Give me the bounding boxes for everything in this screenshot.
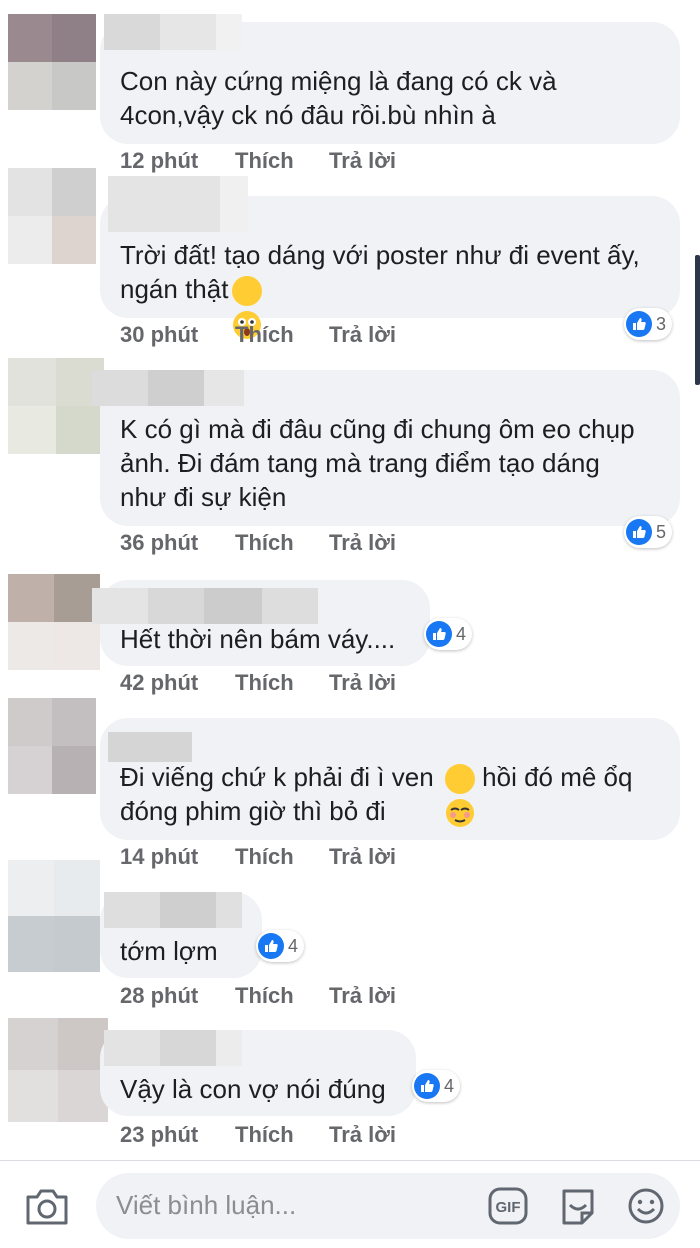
comment-actions: 14 phút Thích Trả lời [120,844,396,870]
comment-actions: 42 phút Thích Trả lời [120,670,396,696]
comment-text-body: Trời đất! tạo dáng với poster như đi eve… [120,240,640,304]
reaction-number: 3 [656,313,667,334]
commenter-name[interactable] [104,14,242,50]
camera-icon[interactable] [24,1187,70,1232]
reaction-count[interactable]: 5 [624,516,673,548]
like-button[interactable]: Thích [235,148,329,174]
comment-actions: 30 phút Thích Trả lời [120,322,396,348]
commenter-name[interactable] [108,176,248,232]
comment-actions: 12 phút Thích Trả lời [120,148,396,174]
reaction-number: 4 [288,935,299,956]
comment-text: Trời đất! tạo dáng với poster như đi eve… [120,238,640,340]
reply-button[interactable]: Trả lời [329,530,396,556]
comment-text-body: Đi viếng chứ k phải đi ì ven [120,762,434,792]
avatar[interactable] [8,1018,108,1122]
like-button[interactable]: Thích [235,670,329,696]
reaction-count[interactable]: 4 [424,618,473,650]
comment-bubble[interactable]: tớm lợm [100,892,262,978]
commenter-name[interactable] [92,588,318,624]
avatar[interactable] [8,358,104,454]
reply-button[interactable]: Trả lời [329,983,396,1009]
comment-time[interactable]: 30 phút [120,322,235,348]
comment-bubble[interactable]: Vậy là con vợ nói đúng [100,1030,416,1116]
comment-actions: 28 phút Thích Trả lời [120,983,396,1009]
thumbs-up-icon [626,311,652,337]
comment-bubble[interactable]: Đi viếng chứ k phải đi ì ven hồi đó mê ổ… [100,718,680,840]
gif-icon[interactable]: GIF [488,1187,528,1230]
comment-time[interactable]: 14 phút [120,844,235,870]
thumbs-up-icon [426,621,452,647]
reply-button[interactable]: Trả lời [329,148,396,174]
comment-time[interactable]: 28 phút [120,983,235,1009]
comment-bubble[interactable]: K có gì mà đi đâu cũng đi chung ôm eo ch… [92,370,680,526]
comment-input[interactable]: Viết bình luận... GIF [96,1173,680,1239]
comment-text: tớm lợm [120,936,218,966]
reaction-count[interactable]: 3 [624,308,673,340]
reaction-number: 4 [456,623,467,644]
avatar[interactable] [8,860,100,972]
like-button[interactable]: Thích [235,530,329,556]
reply-button[interactable]: Trả lời [329,1122,396,1148]
commenter-name[interactable] [92,370,244,406]
like-button[interactable]: Thích [235,983,329,1009]
sticker-icon[interactable] [558,1187,598,1230]
reply-button[interactable]: Trả lời [329,322,396,348]
comment-bubble[interactable]: Hết thời nên bám váy.... [92,580,430,666]
like-button[interactable]: Thích [235,844,329,870]
commenter-name[interactable] [104,892,242,928]
comment-time[interactable]: 12 phút [120,148,235,174]
reply-button[interactable]: Trả lời [329,844,396,870]
comment-text: Đi viếng chứ k phải đi ì ven hồi đó mê ổ… [120,760,632,828]
reaction-count[interactable]: 4 [412,1070,461,1102]
avatar[interactable] [8,698,96,794]
comment-bubble[interactable]: Con này cứng miệng là đang có ck và 4con… [100,14,680,144]
comment-composer: Viết bình luận... GIF [0,1160,700,1248]
avatar[interactable] [8,168,96,264]
thumbs-up-icon [258,933,284,959]
like-button[interactable]: Thích [235,1122,329,1148]
thumbs-up-icon [626,519,652,545]
thumbs-up-icon [414,1073,440,1099]
comment-time[interactable]: 42 phút [120,670,235,696]
smile-icon[interactable] [626,1187,666,1230]
comment-text: Vậy là con vợ nói đúng [120,1074,386,1104]
comment-input-placeholder: Viết bình luận... [116,1190,297,1220]
comment-text: Hết thời nên bám váy.... [120,624,396,654]
comment-text: K có gì mà đi đâu cũng đi chung ôm eo ch… [120,414,635,512]
relieved-emoji-icon [444,764,475,828]
svg-text:GIF: GIF [496,1199,521,1216]
comment-text: Con này cứng miệng là đang có ck và 4con… [120,66,557,130]
comment-time[interactable]: 36 phút [120,530,235,556]
astonished-emoji-icon [232,276,263,340]
scrollbar[interactable] [695,255,700,385]
avatar[interactable] [8,574,100,670]
reaction-number: 5 [656,521,667,542]
reaction-number: 4 [444,1075,455,1096]
comment-bubble[interactable]: Trời đất! tạo dáng với poster như đi eve… [100,176,680,340]
comment-actions: 36 phút Thích Trả lời [120,530,396,556]
like-button[interactable]: Thích [235,322,329,348]
reply-button[interactable]: Trả lời [329,670,396,696]
avatar[interactable] [8,14,96,110]
comment-time[interactable]: 23 phút [120,1122,235,1148]
commenter-name[interactable] [108,732,192,762]
commenter-name[interactable] [104,1030,242,1066]
reaction-count[interactable]: 4 [256,930,305,962]
comment-actions: 23 phút Thích Trả lời [120,1122,396,1148]
